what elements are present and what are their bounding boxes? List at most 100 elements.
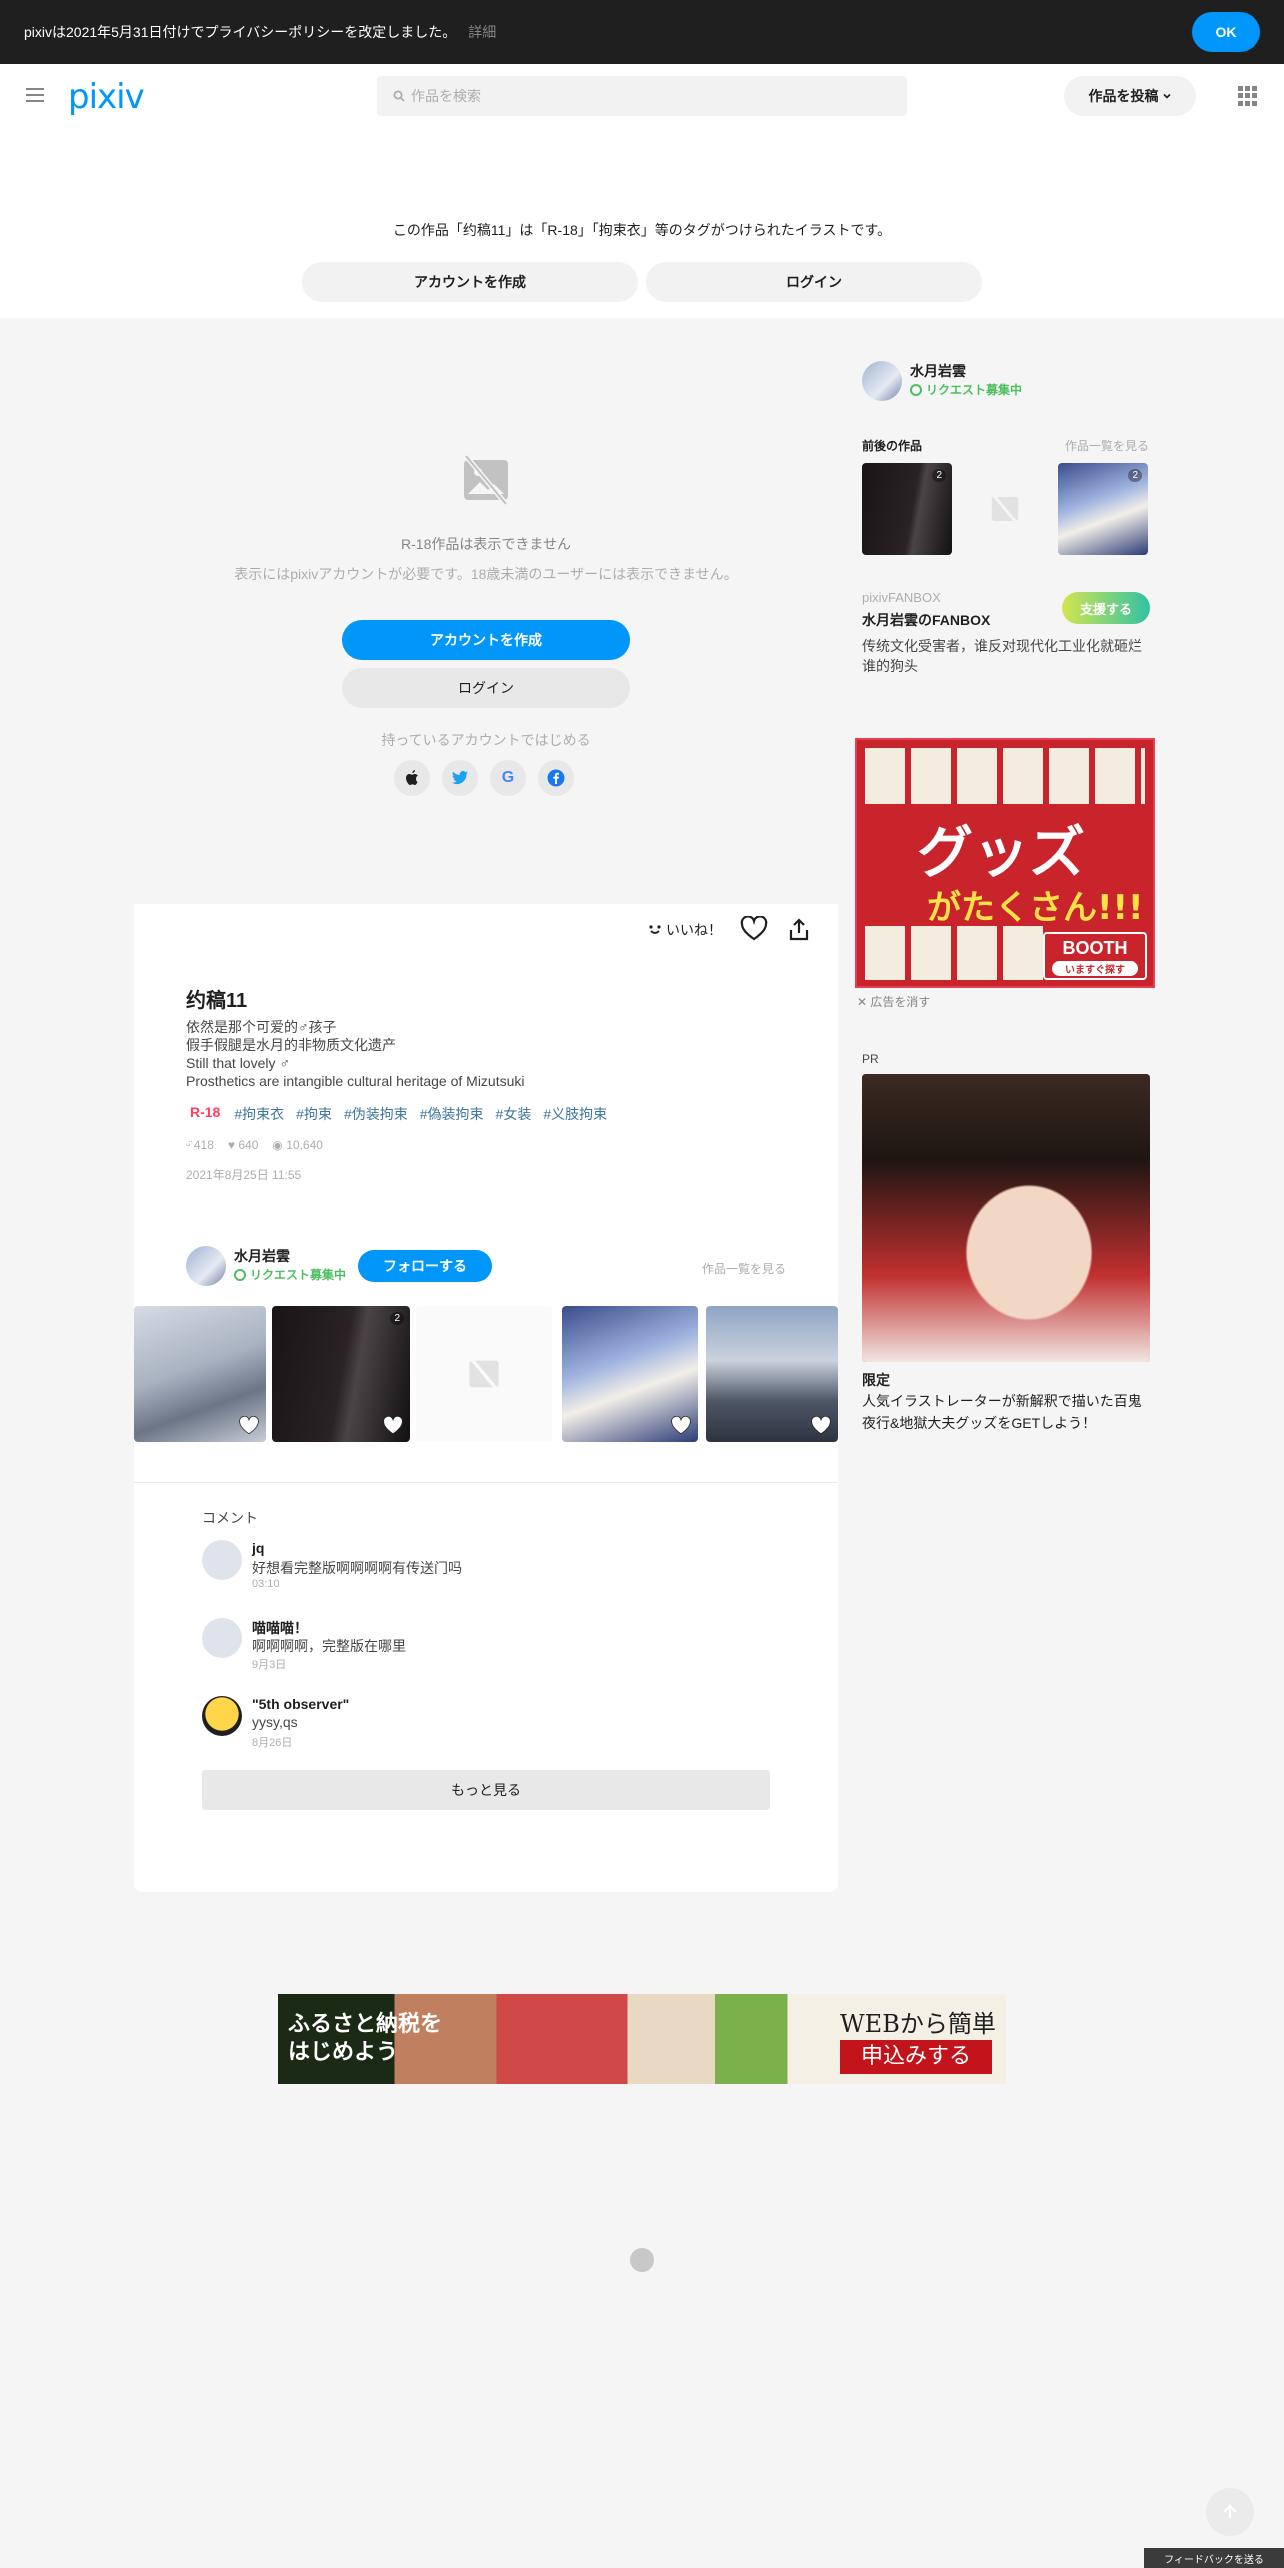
login-button[interactable]: ログイン <box>342 668 630 708</box>
scroll-top-button[interactable] <box>1206 2488 1254 2536</box>
current-work-thumbnail[interactable] <box>960 463 1050 555</box>
restricted-thumbnail[interactable] <box>416 1306 552 1442</box>
support-button[interactable]: 支援する <box>1062 592 1150 624</box>
hide-ad-label: 広告を消す <box>870 995 931 1009</box>
tag-link[interactable]: #拘束 <box>296 1104 332 1124</box>
artwork-description: 依然是那个可爱的♂孩子 假手假腿是水月的非物质文化遗产 Still that l… <box>186 1018 525 1090</box>
artwork-stats: ᵕ̈ 418 ♥ 640 ◉ 10,640 <box>186 1138 323 1152</box>
top-create-account-button[interactable]: アカウントを作成 <box>302 262 638 302</box>
tag-link[interactable]: #女装 <box>496 1104 532 1124</box>
next-work-thumbnail[interactable]: 2 <box>1058 463 1148 555</box>
ad-subheadline: がたくさん!!! <box>927 888 1144 928</box>
ad-booth-badge: BOOTH いますぐ探す <box>1043 932 1147 980</box>
comment-time: 9月3日 <box>252 1659 287 1671</box>
twitter-icon[interactable] <box>442 760 478 796</box>
share-icon[interactable] <box>788 918 810 942</box>
booth-ad-banner[interactable]: グッズ がたくさん!!! BOOTH いますぐ探す <box>855 738 1155 988</box>
heart-icon[interactable] <box>238 1416 260 1436</box>
tag-link[interactable]: #义肢拘束 <box>543 1104 607 1124</box>
privacy-notice-bar: pixivは2021年5月31日付けでプライバシーポリシーを改定しました。 詳細… <box>0 0 1284 64</box>
more-comments-button[interactable]: もっと見る <box>202 1770 770 1810</box>
tag-link[interactable]: #偽装拘束 <box>420 1104 484 1124</box>
bookmark-heart-icon[interactable] <box>740 916 768 942</box>
search-icon <box>393 90 405 102</box>
sidebar-request-badge[interactable]: リクエスト募集中 <box>910 381 1022 398</box>
smile-icon <box>649 925 661 934</box>
commenter-name[interactable]: "5th observer" <box>252 1696 349 1712</box>
ad-brand: BOOTH <box>1062 938 1128 958</box>
artwork-thumbnail[interactable] <box>134 1306 266 1442</box>
pr-title: 限定 <box>862 1372 890 1388</box>
comment-text: yysy,qs <box>252 1714 298 1730</box>
author-name[interactable]: 水月岩雲 <box>234 1246 290 1266</box>
apple-icon[interactable] <box>394 760 430 796</box>
notice-ok-button[interactable]: OK <box>1192 12 1260 52</box>
hide-ad-link[interactable]: ✕ 広告を消す <box>857 993 930 1010</box>
pr-description: 人気イラストレーターが新解釈で描いた百鬼夜行&地獄大夫グッズをGETしよう！ <box>862 1393 1142 1431</box>
author-avatar[interactable] <box>186 1246 226 1286</box>
google-icon[interactable]: G <box>490 760 526 796</box>
sidebar-author-name[interactable]: 水月岩雲 <box>910 361 966 381</box>
comment-item: "5th observer" yysy,qs 8月26日 <box>202 1696 762 1752</box>
search-placeholder: 作品を検索 <box>411 88 481 104</box>
pixiv-logo[interactable]: pixiv <box>68 77 145 117</box>
view-count: ◉ 10,640 <box>272 1138 323 1152</box>
request-label: リクエスト募集中 <box>250 1268 347 1282</box>
view-count-value: 10,640 <box>286 1138 323 1152</box>
work-list-link[interactable]: 作品一覧を見る <box>702 1260 786 1277</box>
commenter-avatar[interactable] <box>202 1696 242 1736</box>
heart-icon: ♥ <box>227 1138 236 1152</box>
tag-link[interactable]: #伪装拘束 <box>344 1104 408 1124</box>
ad-headline: グッズ <box>917 821 1085 886</box>
top-login-button[interactable]: ログイン <box>646 262 982 302</box>
heart-icon[interactable] <box>810 1416 832 1436</box>
furusato-ad-banner[interactable]: ふるさと納税を はじめよう WEBから簡単 申込みする <box>278 1994 1006 2084</box>
pr-illustration <box>862 1074 1150 1362</box>
arrow-up-icon <box>1223 2504 1237 2518</box>
adjacent-works-heading: 前後の作品 <box>862 439 923 453</box>
artwork-thumbnail[interactable] <box>562 1306 698 1442</box>
facebook-icon[interactable] <box>538 760 574 796</box>
artwork-thumbnail[interactable] <box>706 1306 838 1442</box>
sidebar-work-list-link[interactable]: 作品一覧を見る <box>1065 437 1149 454</box>
notice-detail-link[interactable]: 詳細 <box>468 22 496 42</box>
prev-work-thumbnail[interactable]: 2 <box>862 463 952 555</box>
image-unavailable-icon <box>469 1356 499 1392</box>
apps-grid-icon[interactable] <box>1238 86 1258 106</box>
description-line: Prosthetics are intangible cultural heri… <box>186 1073 525 1089</box>
like-button[interactable]: いいね！ <box>648 920 722 940</box>
ad-left-text: ふるさと納税を はじめよう <box>288 2011 443 2065</box>
ad-goods-row <box>865 926 1045 980</box>
commenter-name[interactable]: 喵喵喵！ <box>252 1618 308 1638</box>
sidebar-author-avatar[interactable] <box>862 361 902 401</box>
follow-button[interactable]: フォローする <box>358 1250 492 1282</box>
page-count-badge: 2 <box>390 1312 404 1325</box>
page-count-badge: 2 <box>1128 469 1142 482</box>
create-account-button[interactable]: アカウントを作成 <box>342 620 630 660</box>
commenter-avatar[interactable] <box>202 1618 242 1658</box>
search-input[interactable]: 作品を検索 <box>377 76 907 116</box>
loading-indicator <box>630 2248 654 2272</box>
request-icon <box>234 1268 246 1281</box>
comment-item: 喵喵喵！ 啊啊啊啊，完整版在哪里 9月3日 <box>202 1618 762 1674</box>
request-badge[interactable]: リクエスト募集中 <box>234 1266 346 1283</box>
tag-link[interactable]: #拘束衣 <box>234 1104 284 1124</box>
commenter-name[interactable]: jq <box>252 1540 264 1556</box>
post-artwork-button[interactable]: 作品を投稿 <box>1064 76 1196 116</box>
site-header: pixiv 作品を検索 作品を投稿 <box>0 64 1284 128</box>
existing-account-label: 持っているアカウントではじめる <box>381 732 591 748</box>
artwork-thumbnail[interactable]: 2 <box>272 1306 410 1442</box>
heart-icon[interactable] <box>382 1416 404 1436</box>
pr-image[interactable] <box>862 1074 1150 1362</box>
r18-tag[interactable]: R-18 <box>190 1104 220 1124</box>
image-unavailable-icon <box>464 454 508 506</box>
heart-icon[interactable] <box>670 1416 692 1436</box>
commenter-avatar[interactable] <box>202 1540 242 1580</box>
feedback-button[interactable]: フィードバックを送る <box>1144 2548 1284 2568</box>
fanbox-title[interactable]: 水月岩雲のFANBOX <box>862 610 990 630</box>
description-line: 假手假腿是水月的非物质文化遗产 <box>186 1037 396 1053</box>
tag-list: R-18 #拘束衣 #拘束 #伪装拘束 #偽装拘束 #女装 #义肢拘束 <box>186 1104 607 1124</box>
artwork-card: R-18作品は表示できません 表示にはpixivアカウントが必要です。18歳未満… <box>134 342 838 1892</box>
menu-icon[interactable] <box>26 88 44 102</box>
close-icon: ✕ <box>857 995 871 1009</box>
